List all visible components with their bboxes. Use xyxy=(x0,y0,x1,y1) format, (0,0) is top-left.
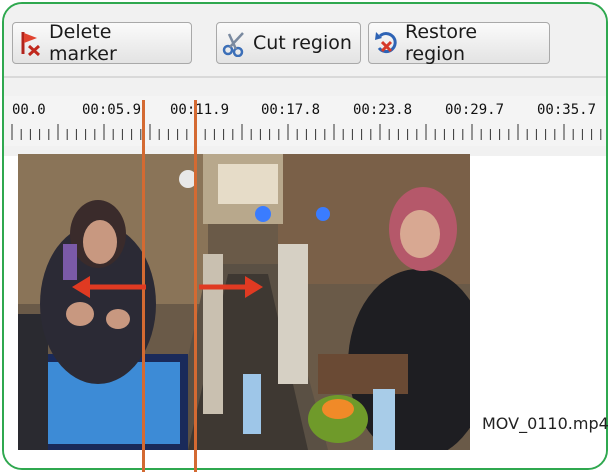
left-arrow-icon xyxy=(72,276,146,298)
ruler-ticks xyxy=(11,124,602,140)
toolbar-separator xyxy=(4,76,606,78)
restore-icon xyxy=(373,29,401,57)
cut-region-button[interactable]: Cut region xyxy=(216,22,361,64)
right-arrow-icon xyxy=(199,276,263,298)
delete-marker-icon xyxy=(17,29,45,57)
scissors-icon xyxy=(221,29,249,58)
delete-marker-label: Delete marker xyxy=(49,21,117,65)
delete-marker-button[interactable]: Delete marker xyxy=(12,21,192,65)
toolbar: Delete marker Cut region Restore region xyxy=(4,4,606,76)
timeline-ruler[interactable]: 00.0 00:05.9 00:11.9 00:17.8 00:23.8 00:… xyxy=(4,96,606,146)
video-thumbnail[interactable] xyxy=(18,154,470,450)
cut-region-label: Cut region xyxy=(253,32,352,54)
clip-filename: MOV_0110.mp4 xyxy=(482,414,609,433)
video-frame-image xyxy=(18,154,470,450)
restore-region-button[interactable]: Restore region xyxy=(368,21,550,65)
restore-region-label: Restore region xyxy=(405,21,478,65)
